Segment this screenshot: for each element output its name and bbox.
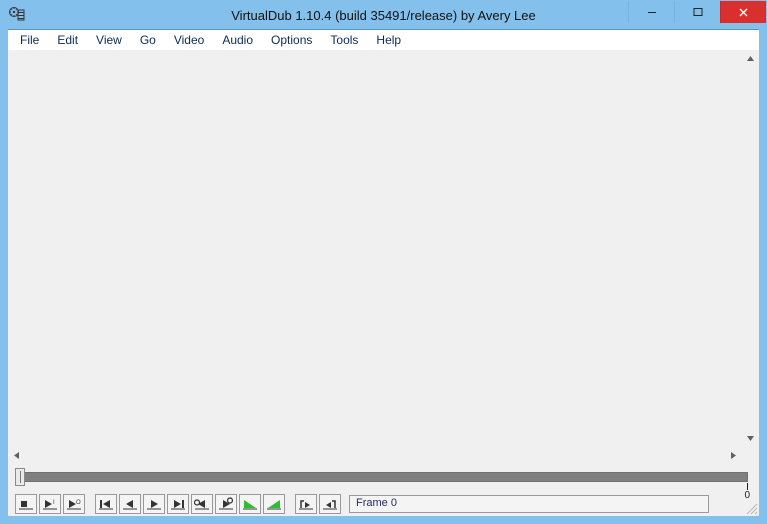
next-scene-button[interactable] [263,494,285,514]
menu-view[interactable]: View [88,31,130,49]
app-icon [9,7,25,23]
window: VirtualDub 1.10.4 (build 35491/release) … [0,0,767,524]
next-keyframe-button[interactable] [215,494,237,514]
frame-indicator: Frame 0 [349,495,709,513]
menu-help[interactable]: Help [368,31,409,49]
horizontal-scrollbar[interactable] [8,447,742,464]
client-area: File Edit View Go Video Audio Options To… [8,29,759,516]
go-end-button[interactable] [167,494,189,514]
maximize-button[interactable] [674,1,720,23]
menu-file[interactable]: File [12,31,47,49]
hscroll-track[interactable] [25,447,725,464]
prev-scene-button[interactable] [239,494,261,514]
video-panes [8,50,759,464]
mark-in-button[interactable] [295,494,317,514]
go-start-button[interactable] [95,494,117,514]
mark-out-button[interactable] [319,494,341,514]
menu-options[interactable]: Options [263,31,320,49]
step-forward-button[interactable] [143,494,165,514]
menu-video[interactable]: Video [166,31,212,49]
vertical-scrollbar[interactable] [742,50,759,447]
play-input-button[interactable]: I [39,494,61,514]
stop-button[interactable] [15,494,37,514]
scroll-up-icon[interactable] [742,50,759,67]
svg-text:I: I [53,500,55,506]
window-controls [628,1,766,23]
vscroll-track[interactable] [742,67,759,430]
resize-grip-icon[interactable] [744,501,758,515]
menubar: File Edit View Go Video Audio Options To… [8,30,759,50]
bottom-panel: 0 I O [8,464,759,516]
svg-text:O: O [76,500,81,506]
step-back-button[interactable] [119,494,141,514]
transport-toolbar: I O [15,494,752,514]
close-button[interactable] [720,1,766,23]
titlebar[interactable]: VirtualDub 1.10.4 (build 35491/release) … [1,1,766,29]
scroll-right-icon[interactable] [725,447,742,464]
scroll-corner [742,447,759,464]
scroll-left-icon[interactable] [8,447,25,464]
seek-end-tick [747,483,748,490]
prev-keyframe-button[interactable] [191,494,213,514]
menu-go[interactable]: Go [132,31,164,49]
seek-track[interactable] [19,472,748,482]
seek-thumb[interactable] [15,468,25,486]
minimize-button[interactable] [628,1,674,23]
menu-audio[interactable]: Audio [214,31,261,49]
play-output-button[interactable]: O [63,494,85,514]
menu-tools[interactable]: Tools [322,31,366,49]
menu-edit[interactable]: Edit [49,31,86,49]
seek-bar[interactable]: 0 [15,468,752,488]
scroll-down-icon[interactable] [742,430,759,447]
